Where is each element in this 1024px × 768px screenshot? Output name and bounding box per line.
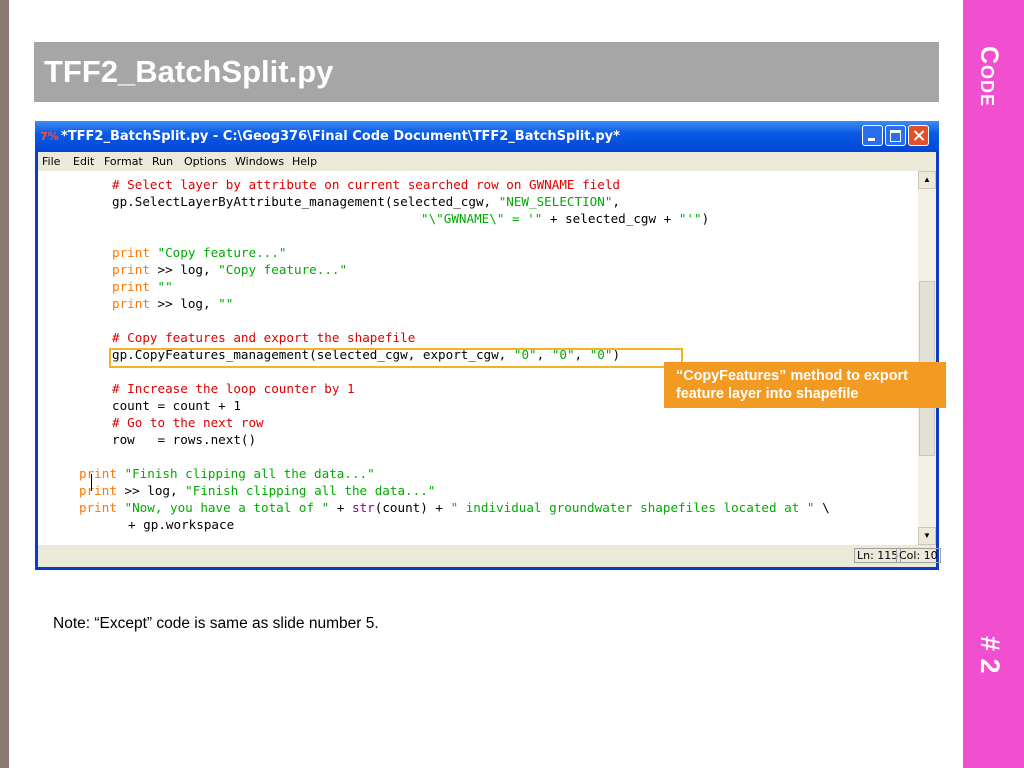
section-label: Code — [975, 46, 1003, 108]
menu-windows[interactable]: Windows — [235, 155, 284, 168]
slide-title: TFF2_BatchSplit.py — [44, 54, 334, 89]
code-line: + gp.workspace — [128, 517, 235, 532]
code-line: print "Finish clipping all the data..." — [79, 466, 375, 481]
window-titlebar[interactable]: 7% *TFF2_BatchSplit.py - C:\Geog376\Fina… — [35, 121, 939, 152]
code-line: # Go to the next row — [112, 415, 264, 430]
status-column-number: Col: 10 — [896, 548, 941, 563]
scroll-down-arrow-icon[interactable]: ▼ — [918, 527, 936, 545]
menu-options[interactable]: Options — [184, 155, 226, 168]
code-line: print "" — [112, 279, 173, 294]
code-line: count = count + 1 — [112, 398, 241, 413]
menu-format[interactable]: Format — [104, 155, 143, 168]
menu-bar: File Edit Format Run Options Windows Hel… — [38, 152, 936, 171]
status-line-number: Ln: 115 — [854, 548, 902, 563]
text-cursor — [91, 474, 92, 491]
code-line: print >> log, "Finish clipping all the d… — [79, 483, 436, 498]
code-line: print "Copy feature..." — [112, 245, 287, 260]
minimize-button[interactable] — [862, 125, 883, 146]
code-line: # Increase the loop counter by 1 — [112, 381, 355, 396]
vertical-scrollbar[interactable]: ▲ ▼ — [918, 171, 936, 545]
menu-edit[interactable]: Edit — [73, 155, 94, 168]
slide-note: Note: “Except” code is same as slide num… — [53, 615, 379, 632]
code-line: # Copy features and export the shapefile — [112, 330, 416, 345]
code-line: print >> log, "Copy feature..." — [112, 262, 348, 277]
callout-line: feature layer into shapefile — [676, 386, 859, 402]
status-bar: Ln: 115 Col: 10 — [38, 545, 941, 567]
window-title: *TFF2_BatchSplit.py - C:\Geog376\Final C… — [61, 129, 620, 144]
menu-help[interactable]: Help — [292, 155, 317, 168]
code-line: gp.SelectLayerByAttribute_management(sel… — [112, 194, 621, 209]
maximize-button[interactable] — [885, 125, 906, 146]
menu-file[interactable]: File — [42, 155, 60, 168]
highlight-box — [109, 348, 683, 368]
menu-run[interactable]: Run — [152, 155, 173, 168]
code-line: print >> log, "" — [112, 296, 234, 311]
code-line: row = rows.next() — [112, 432, 257, 447]
code-line: "\"GWNAME\" = '" + selected_cgw + "'") — [421, 211, 710, 226]
code-line: print "Now, you have a total of " + str(… — [79, 500, 830, 515]
code-line: # Select layer by attribute on current s… — [112, 177, 620, 192]
slide-number-label: # 2 — [975, 636, 1005, 674]
slide-title-bar: TFF2_BatchSplit.py — [34, 42, 939, 102]
idle-editor-window: 7% *TFF2_BatchSplit.py - C:\Geog376\Fina… — [35, 121, 941, 570]
left-decorative-stripe — [0, 0, 9, 768]
python-app-icon[interactable]: 7% — [40, 130, 59, 143]
scroll-up-arrow-icon[interactable]: ▲ — [918, 171, 936, 189]
callout-line: “CopyFeatures” method to export — [676, 368, 908, 384]
close-button[interactable] — [908, 125, 929, 146]
callout-box: “CopyFeatures” method to export feature … — [664, 362, 946, 408]
